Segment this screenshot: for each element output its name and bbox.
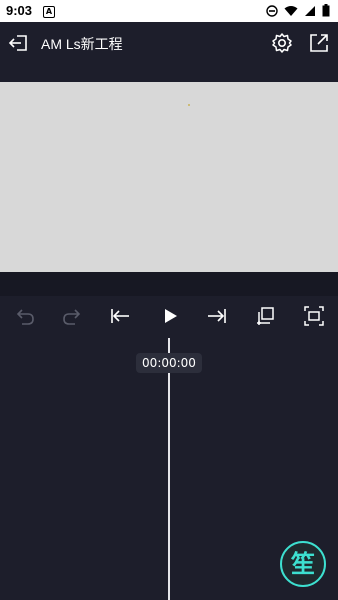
project-title[interactable]: AM Ls新工程 (41, 34, 123, 54)
exit-icon[interactable] (8, 32, 30, 54)
export-icon[interactable] (308, 32, 330, 54)
fit-frame-icon[interactable] (303, 305, 325, 327)
battery-icon (322, 4, 330, 17)
jump-to-end-icon[interactable] (206, 305, 228, 327)
video-preview[interactable] (0, 82, 338, 272)
playhead-line[interactable] (168, 338, 170, 600)
copy-frame-icon[interactable] (255, 305, 277, 327)
wifi-icon (284, 5, 298, 16)
jump-to-start-icon[interactable] (109, 305, 131, 327)
redo-icon[interactable] (61, 305, 83, 327)
do-not-disturb-icon (266, 4, 278, 17)
status-time: 9:03 (6, 3, 33, 18)
undo-icon[interactable] (14, 305, 36, 327)
editor-header: AM Ls新工程 (0, 22, 338, 66)
signal-icon (305, 5, 315, 16)
play-icon[interactable] (159, 305, 181, 327)
status-bar: 9:03 A (0, 0, 338, 22)
status-icons (266, 4, 330, 17)
preview-artifact (188, 104, 190, 106)
header-spacer (0, 66, 338, 82)
playback-toolbar (0, 296, 338, 336)
settings-gear-icon[interactable] (271, 32, 293, 54)
preview-divider (0, 272, 338, 296)
notification-app-icon: A (43, 6, 55, 18)
current-time-label: 00:00:00 (136, 353, 202, 373)
watermark-logo: 笙 (280, 541, 326, 587)
